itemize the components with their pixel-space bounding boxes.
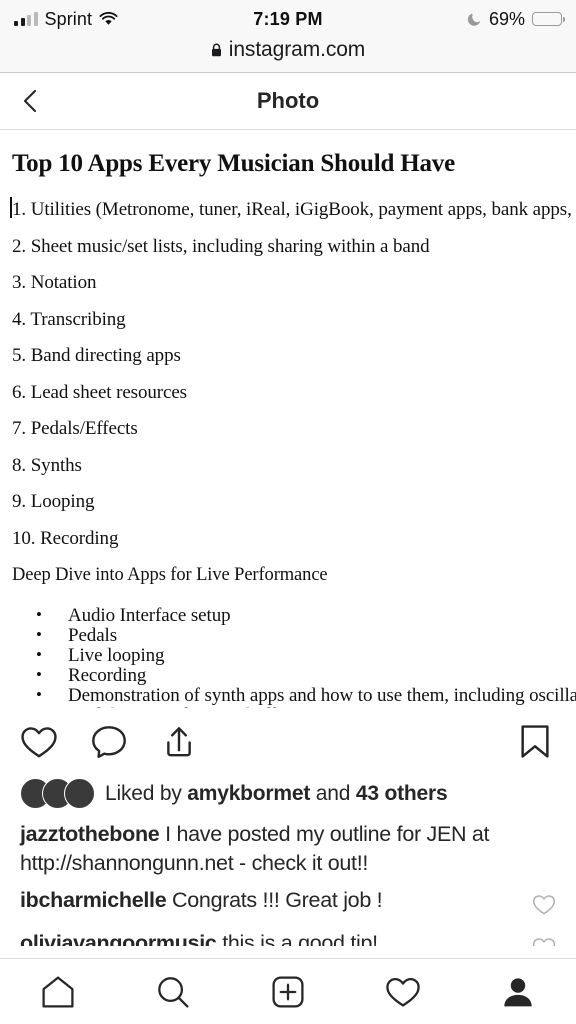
list-item: 4. Transcribing [12,308,126,330]
comment-icon [92,725,126,758]
comment-row[interactable]: oliviavangoormusic this is a good tip! [20,924,556,946]
likes-row[interactable]: Liked by amykbormet and 43 others [0,774,576,811]
list-item: 5. Band directing apps [12,345,181,366]
tab-add-post[interactable] [256,964,320,1020]
bottom-tab-bar [0,958,576,1024]
document-bullet-list: Audio Interface setup Pedals Live loopin… [0,605,576,708]
page-title: Photo [256,88,320,113]
liked-by-avatars [20,778,95,809]
like-button[interactable] [20,723,58,766]
comment-row[interactable]: ibcharmichelle Congrats !!! Great job ! [20,881,556,924]
battery-percent-label: 69% [488,8,525,29]
carrier-label: Sprint [44,8,93,29]
avatar [64,778,95,809]
likes-username[interactable]: amykbormet [187,782,310,805]
comment-body: Congrats !!! Great job ! [166,888,383,912]
likes-text: Liked by amykbormet and 43 others [105,781,448,806]
list-item: 9. Looping [12,491,95,512]
heart-icon [386,977,420,1007]
share-icon [167,726,191,756]
moon-icon [467,12,482,27]
list-item: 10. Recording [12,527,119,549]
comment-text: jazztothebone I have posted my outline f… [20,820,525,878]
comment-username[interactable]: oliviavangoormusic [20,931,217,946]
person-icon [504,977,533,1006]
browser-chrome: Sprint 7:19 PM 69% instagram.com [0,0,576,73]
document-subheading: Deep Dive into Apps for Live Performance [12,565,328,585]
document-title: Top 10 Apps Every Musician Should Have [12,150,455,177]
comment-body: this is a good tip! [216,931,378,946]
comment-like-button[interactable] [532,937,556,946]
bullet-item: Recording [36,665,576,686]
bullet-item: Audio Interface setup [36,605,576,626]
bullet-item: Pedals [36,625,576,646]
save-button[interactable] [518,722,552,766]
chevron-left-icon [23,89,37,113]
comment-text: ibcharmichelle Congrats !!! Great job ! [20,886,383,915]
lock-icon [211,43,222,57]
navigation-bar: Photo [0,73,576,130]
heart-icon [532,938,556,946]
signal-bars-icon [14,12,38,26]
document-numbered-list: 1. Utilities (Metronome, tuner, iReal, i… [0,197,576,549]
comment-button[interactable] [90,723,128,766]
list-item: 6. Lead sheet resources [12,381,187,403]
comment-username[interactable]: jazztothebone [20,822,160,846]
status-bar-left: Sprint [14,9,118,30]
heart-icon [532,895,556,915]
share-button[interactable] [160,723,198,766]
tab-home[interactable] [26,964,90,1020]
comments-list: jazztothebone I have posted my outline f… [0,811,576,946]
bookmark-icon [521,725,549,758]
post-action-bar [0,708,576,774]
status-bar-right: 69% [467,8,566,30]
likes-prefix: Liked by [105,781,188,805]
likes-middle: and [310,781,356,805]
battery-icon [532,12,566,26]
search-icon [157,976,189,1008]
back-button[interactable] [18,88,44,114]
post-image[interactable]: Top 10 Apps Every Musician Should Have 1… [0,130,576,708]
url-text: instagram.com [228,38,366,61]
tab-profile[interactable] [486,964,550,1020]
bullet-item: Demonstration of synth apps and how to u… [36,685,576,708]
tab-activity[interactable] [371,964,435,1020]
tab-search[interactable] [141,964,205,1020]
list-item: 1. Utilities (Metronome, tuner, iReal, i… [10,197,576,219]
phone-screen: Sprint 7:19 PM 69% instagram.com Photo T… [0,0,576,1024]
comment-row[interactable]: jazztothebone I have posted my outline f… [20,815,556,881]
list-item: 8. Synths [12,454,82,476]
heart-icon [21,726,57,757]
comment-like-button[interactable] [532,894,556,921]
plus-square-icon [272,975,304,1008]
url-bar[interactable]: instagram.com [0,34,576,72]
list-item: 2. Sheet music/set lists, including shar… [12,235,430,257]
likes-others-count[interactable]: 43 others [356,782,448,805]
list-item: 7. Pedals/Effects [12,418,138,439]
comment-username[interactable]: ibcharmichelle [20,888,167,912]
wifi-icon [99,12,118,26]
status-bar: Sprint 7:19 PM 69% [0,4,576,34]
home-icon [42,975,74,1008]
list-item: 3. Notation [12,272,97,293]
comment-text: oliviavangoormusic this is a good tip! [20,929,378,946]
bullet-item: Live looping [36,645,576,666]
